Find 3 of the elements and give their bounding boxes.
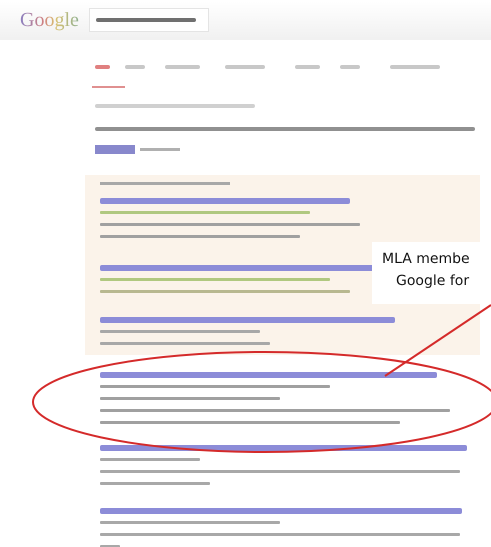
callout-text: MLA membe: [382, 250, 470, 269]
search-field[interactable]: [88, 8, 209, 32]
callout-text: Google for: [395, 272, 470, 291]
